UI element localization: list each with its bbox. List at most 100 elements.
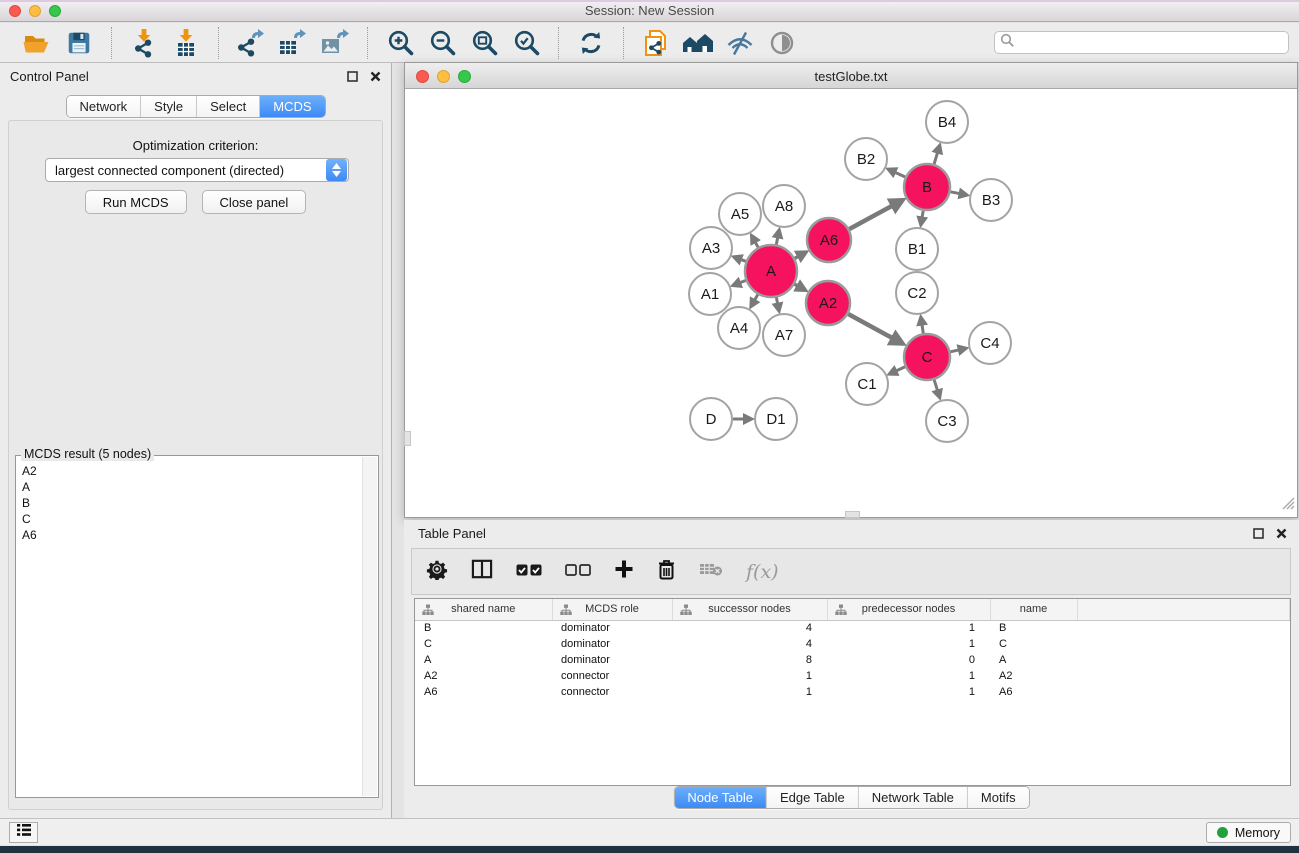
node-C4[interactable]: C4 [969,322,1011,364]
node-D1[interactable]: D1 [755,398,797,440]
node-B3[interactable]: B3 [970,179,1012,221]
edge-A-A2[interactable] [795,284,799,286]
node-A5[interactable]: A5 [719,193,761,235]
node-A2[interactable]: A2 [806,281,850,325]
splitter-handle-bottom[interactable] [845,511,860,518]
node-B[interactable]: B [904,164,950,210]
edge-C-C2[interactable] [922,324,923,333]
destroy-table-button[interactable] [699,561,723,582]
cell[interactable]: dominator [552,620,672,636]
cell[interactable]: dominator [552,652,672,668]
cell[interactable]: dominator [552,636,672,652]
table-options-button[interactable] [426,558,448,585]
node-A4[interactable]: A4 [718,307,760,349]
edge-A-A8[interactable] [776,237,778,245]
node-A[interactable]: A [745,245,797,297]
cell[interactable]: C [415,636,552,652]
duplicate-network-button[interactable] [635,25,677,61]
node-B2[interactable]: B2 [845,138,887,180]
column-header-MCDS-role[interactable]: MCDS role [552,599,672,620]
save-session-button[interactable] [58,25,100,61]
column-header-successor-nodes[interactable]: successor nodes [672,599,827,620]
export-table-button[interactable] [272,25,314,61]
edge-A-A1[interactable] [740,281,746,283]
close-panel-icon[interactable] [370,69,381,87]
resize-grip-icon[interactable] [1282,497,1295,515]
result-item[interactable]: B [22,495,357,511]
cell[interactable]: A [990,652,1077,668]
table-row[interactable]: A6connector11A6 [415,684,1290,700]
tab-edge-table[interactable]: Edge Table [766,787,858,808]
edge-C-C1[interactable] [896,367,905,371]
zoom-selected-button[interactable] [505,25,547,61]
edge-C-C3[interactable] [934,380,937,391]
node-B4[interactable]: B4 [926,101,968,143]
close-table-panel-icon[interactable] [1276,526,1287,544]
column-header-predecessor-nodes[interactable]: predecessor nodes [827,599,990,620]
function-builder-button[interactable]: f(x) [746,561,779,583]
cell[interactable]: A [415,652,552,668]
network-canvas[interactable]: B4B2BB3A8A5A6A3B1AA1C2A2A4A7C4CC1DD1C3 [405,90,1297,517]
node-A3[interactable]: A3 [690,227,732,269]
cell[interactable]: 1 [827,636,990,652]
tab-node-table[interactable]: Node Table [674,787,766,808]
cell[interactable]: 4 [672,620,827,636]
cell[interactable]: 1 [672,668,827,684]
edge-B-B3[interactable] [951,192,961,194]
import-network-button[interactable] [123,25,165,61]
export-network-button[interactable] [230,25,272,61]
splitter-handle-left[interactable] [404,431,411,446]
edge-B-B2[interactable] [895,172,906,177]
cell[interactable]: 1 [827,684,990,700]
open-ndex-button[interactable] [677,25,719,61]
result-item[interactable]: A2 [22,463,357,479]
table-row[interactable]: Adominator80A [415,652,1290,668]
tab-style[interactable]: Style [140,96,196,117]
refresh-view-button[interactable] [570,25,612,61]
edge-B-B1[interactable] [922,211,923,218]
node-A6[interactable]: A6 [807,218,851,262]
export-image-button[interactable] [314,25,356,61]
node-C[interactable]: C [904,334,950,380]
show-panels-button[interactable] [9,822,38,843]
node-D[interactable]: D [690,398,732,440]
mcds-result-list[interactable]: A2ABCA6 [17,457,362,796]
zoom-fit-button[interactable] [463,25,505,61]
edge-A6-B[interactable] [849,205,893,229]
result-item[interactable]: C [22,511,357,527]
close-panel-button[interactable]: Close panel [202,190,307,214]
deselect-all-button[interactable] [565,563,591,581]
edge-A-A6[interactable] [795,256,799,258]
edge-A-A3[interactable] [740,259,745,261]
cell[interactable]: 0 [827,652,990,668]
delete-row-button[interactable] [657,559,676,585]
cell[interactable]: 1 [672,684,827,700]
network-window-titlebar[interactable]: testGlobe.txt [405,63,1297,89]
cell[interactable]: B [415,620,552,636]
cell[interactable]: 8 [672,652,827,668]
edge-C-C4[interactable] [950,350,959,352]
float-panel-icon[interactable] [347,69,358,87]
tab-network-table[interactable]: Network Table [858,787,967,808]
search-input[interactable] [1015,36,1283,50]
tab-motifs[interactable]: Motifs [967,787,1029,808]
memory-button[interactable]: Memory [1206,822,1291,843]
cell[interactable]: C [990,636,1077,652]
criterion-dropdown[interactable]: largest connected component (directed) [45,158,349,182]
hide-graphics-details-button[interactable] [719,25,761,61]
node-B1[interactable]: B1 [896,228,938,270]
node-C2[interactable]: C2 [896,272,938,314]
select-all-button[interactable] [516,563,542,581]
cell[interactable]: connector [552,684,672,700]
add-row-button[interactable] [614,559,634,584]
cell[interactable]: 4 [672,636,827,652]
cell[interactable]: A6 [990,684,1077,700]
column-header-name[interactable]: name [990,599,1077,620]
run-mcds-button[interactable]: Run MCDS [85,190,187,214]
result-item[interactable]: A6 [22,527,357,543]
tab-network[interactable]: Network [66,96,140,117]
show-graphics-details-button[interactable] [761,25,803,61]
table-row[interactable]: Bdominator41B [415,620,1290,636]
tab-mcds[interactable]: MCDS [259,96,324,117]
column-header-shared-name[interactable]: shared name [415,599,552,620]
